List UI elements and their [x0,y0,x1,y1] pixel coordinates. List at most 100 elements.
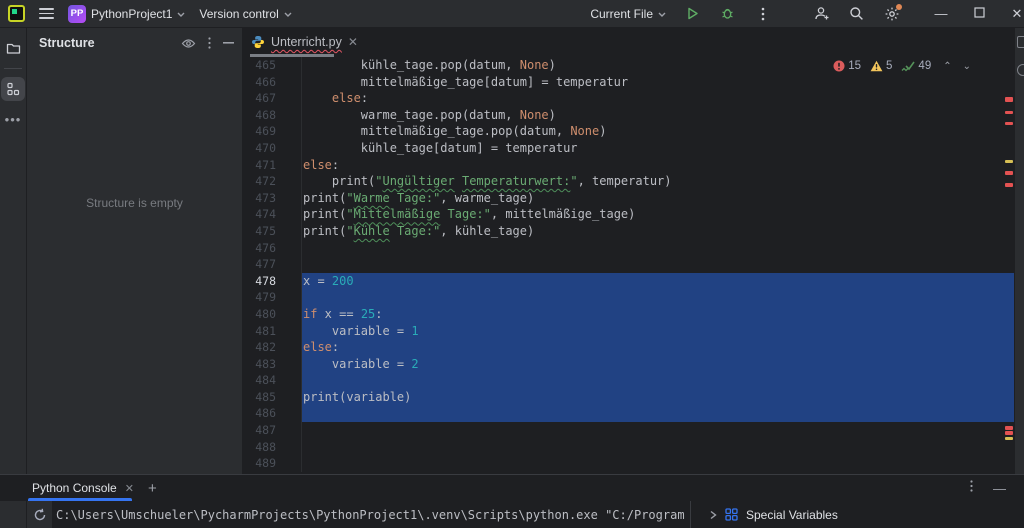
typos-indicator[interactable]: 49 [901,60,931,72]
code-line[interactable]: 485print(variable) [243,389,1014,406]
line-number[interactable]: 481 [243,323,302,340]
stripe-mark[interactable] [1005,431,1013,435]
code-line[interactable]: 476 [243,240,1014,257]
line-number[interactable]: 475 [243,223,302,240]
line-number[interactable]: 465 [243,57,302,74]
code-line[interactable]: 470 kühle_tage[datum] = temperatur [243,140,1014,157]
editor-body[interactable]: 465 kühle_tage.pop(datum, None)466 mitte… [243,56,1014,474]
tab-unterricht-py[interactable]: Unterricht.py ✕ [243,28,368,56]
code-line[interactable]: 489 [243,455,1014,472]
hide-console-button[interactable]: — [993,481,1006,496]
ai-assistant-icon[interactable] [1017,64,1024,76]
code-line[interactable]: 472 print("Ungültiger Temperaturwert:", … [243,173,1014,190]
right-tool-stripe [1014,28,1024,474]
console-options-button[interactable] [970,479,973,497]
run-button[interactable] [684,5,701,22]
line-number[interactable]: 487 [243,422,302,439]
version-control-widget[interactable]: Version control [199,7,291,21]
line-number[interactable]: 482 [243,339,302,356]
line-number[interactable]: 489 [243,455,302,472]
previous-problem-button[interactable]: ⌃ [940,61,954,72]
stripe-mark[interactable] [1005,437,1013,440]
code-line[interactable]: 471else: [243,157,1014,174]
code-line[interactable]: 467 else: [243,90,1014,107]
code-line[interactable]: 481 variable = 1 [243,323,1014,340]
code-line[interactable]: 474print("Mittelmäßige Tage:", mittelmäß… [243,206,1014,223]
project-widget[interactable]: PP PythonProject1 [68,5,185,23]
line-number[interactable]: 466 [243,74,302,91]
console-output[interactable]: C:\Users\Umschueler\PycharmProjects\Pyth… [52,501,690,528]
panel-options-button[interactable] [208,37,211,49]
code-line[interactable]: 475print("Kühle Tage:", kühle_tage) [243,223,1014,240]
stripe-mark[interactable] [1005,111,1013,114]
close-button[interactable]: ✕ [1010,6,1024,22]
line-number[interactable]: 478 [243,273,302,290]
more-actions-button[interactable] [754,5,771,22]
code-line[interactable]: 482else: [243,339,1014,356]
line-number[interactable]: 471 [243,157,302,174]
tab-close-icon[interactable]: ✕ [348,35,358,49]
code-line[interactable]: 473print("Warme Tage:", warme_tage) [243,190,1014,207]
code-line[interactable]: 477 [243,256,1014,273]
more-tool-windows-button[interactable]: ••• [1,107,25,131]
maximize-button[interactable] [972,6,986,21]
line-number[interactable]: 486 [243,405,302,422]
line-number[interactable]: 477 [243,256,302,273]
line-number[interactable]: 480 [243,306,302,323]
line-number[interactable]: 470 [243,140,302,157]
stripe-mark[interactable] [1005,122,1013,125]
notifications-icon[interactable] [1017,36,1024,48]
code-line[interactable]: 469 mittelmäßige_tage.pop(datum, None) [243,123,1014,140]
minimize-button[interactable]: — [934,6,948,21]
line-number[interactable]: 483 [243,356,302,373]
warnings-indicator[interactable]: 5 [870,60,892,72]
stripe-mark[interactable] [1005,183,1013,187]
line-number[interactable]: 469 [243,123,302,140]
special-variables-row[interactable]: Special Variables [691,501,1024,528]
error-stripe[interactable] [1004,56,1014,474]
stripe-mark[interactable] [1005,160,1013,163]
ellipsis-icon: ••• [5,112,22,127]
console-tab-close-icon[interactable]: ✕ [125,482,134,495]
next-problem-button[interactable]: ⌄ [960,61,974,72]
errors-indicator[interactable]: 15 [833,60,861,72]
line-number[interactable]: 473 [243,190,302,207]
debug-button[interactable] [719,5,736,22]
code-line[interactable]: 479 [243,289,1014,306]
stripe-mark[interactable] [1005,426,1013,430]
line-number[interactable]: 479 [243,289,302,306]
line-number[interactable]: 485 [243,389,302,406]
code-line[interactable]: 478x = 200 [243,273,1014,290]
code-line[interactable]: 488 [243,439,1014,456]
stripe-mark[interactable] [1005,97,1013,102]
line-number[interactable]: 472 [243,173,302,190]
code-with-me-button[interactable] [813,5,830,22]
line-number[interactable]: 484 [243,372,302,389]
run-configuration-selector[interactable]: Current File [590,7,666,21]
inspections-widget[interactable]: 15 5 [833,60,974,72]
project-tool-button[interactable] [1,36,25,60]
settings-button[interactable] [883,5,900,22]
rerun-icon[interactable] [33,508,47,522]
structure-tool-button[interactable] [1,77,25,101]
hide-panel-button[interactable] [223,42,234,44]
code-line[interactable]: 468 warme_tage.pop(datum, None) [243,107,1014,124]
line-number[interactable]: 467 [243,90,302,107]
search-everywhere-button[interactable] [848,5,865,22]
code-line[interactable]: 484 [243,372,1014,389]
stripe-mark[interactable] [1005,171,1013,175]
line-number[interactable]: 468 [243,107,302,124]
eye-icon [181,38,196,49]
code-line[interactable]: 487 [243,422,1014,439]
new-console-button[interactable]: + [148,480,157,497]
main-menu-icon[interactable] [39,8,54,19]
code-line[interactable]: 483 variable = 2 [243,356,1014,373]
code-line[interactable]: 466 mittelmäßige_tage[datum] = temperatu… [243,74,1014,91]
line-number[interactable]: 488 [243,439,302,456]
line-number[interactable]: 474 [243,206,302,223]
console-toolbar [27,501,52,528]
code-line[interactable]: 486 [243,405,1014,422]
line-number[interactable]: 476 [243,240,302,257]
view-options-button[interactable] [181,38,196,49]
code-line[interactable]: 480if x == 25: [243,306,1014,323]
